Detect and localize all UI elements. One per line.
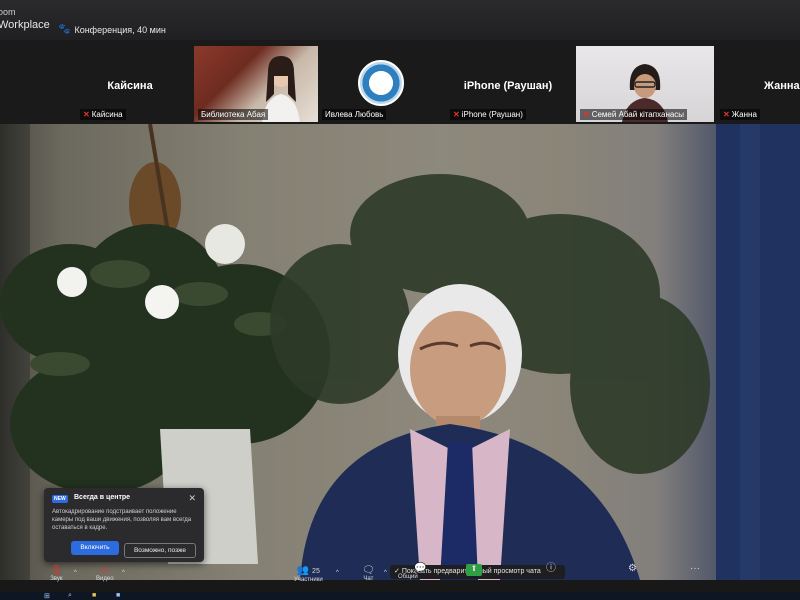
video-options-chevron-icon[interactable]: ^: [122, 570, 125, 576]
mic-muted-icon: ✕: [453, 110, 460, 119]
participant-name-large: iPhone (Раушан): [463, 80, 553, 92]
new-badge: NEW: [52, 495, 68, 503]
share-button[interactable]: Общий: [398, 574, 418, 580]
participants-strip: Кайсина ✕ Кайсина Библиотека Абая Ивлева…: [0, 40, 800, 124]
app-name-line2: Workplace: [0, 19, 50, 31]
maybe-later-button[interactable]: Возможно, позже: [124, 543, 196, 558]
participant-caption: ✕ Жанна: [720, 109, 760, 120]
chat-options-chevron-icon[interactable]: ^: [384, 570, 387, 576]
participant-caption: ✕ Семей Абай кітапханасы: [580, 109, 688, 120]
participant-caption-text: Кайсина: [91, 110, 123, 119]
enable-button[interactable]: Включить: [71, 541, 119, 555]
meeting-info[interactable]: 🐾 Конференция, 40 мин: [58, 24, 166, 35]
participant-caption: Ивлева Любовь: [322, 109, 387, 120]
app-name-line1: oom: [0, 7, 16, 17]
participants-count: 25: [312, 568, 320, 575]
chat-icon: 🗨: [362, 565, 375, 576]
more-icon[interactable]: ···: [690, 564, 700, 574]
participant-tile[interactable]: Ивлева Любовь: [318, 46, 442, 122]
participants-icon: 👥 25: [296, 565, 320, 576]
audio-options-chevron-icon[interactable]: ^: [74, 570, 77, 576]
participant-video-tile[interactable]: Библиотека Абая: [194, 46, 318, 122]
participant-caption-text: iPhone (Раушан): [461, 110, 523, 119]
participant-tile[interactable]: Кайсина ✕ Кайсина: [70, 46, 190, 122]
video-button[interactable]: ▭ Видео: [96, 565, 114, 583]
folder-icon[interactable]: ■: [92, 592, 96, 599]
close-icon[interactable]: ✕: [188, 493, 196, 504]
title-bar: oom Workplace 🐾 Конференция, 40 мин: [0, 0, 800, 40]
participant-tile[interactable]: iPhone (Раушан) ✕ iPhone (Раушан): [446, 46, 570, 122]
participant-caption-text: Библиотека Абая: [201, 110, 266, 119]
participant-name-large: Кайсина: [107, 80, 153, 92]
participant-caption: ✕ Кайсина: [80, 109, 126, 120]
mic-muted-icon: ✕: [723, 110, 730, 119]
participant-video-tile[interactable]: ✕ Семей Абай кітапханасы: [576, 46, 714, 122]
audio-button[interactable]: 🎙 Звук: [50, 565, 63, 583]
popup-title: Всегда в центре: [74, 494, 131, 501]
meeting-label: Конференция, 40 мин: [74, 24, 166, 35]
popup-body: Автокадрирование подстраивает положение …: [52, 509, 192, 531]
app-icon[interactable]: ■: [116, 592, 120, 599]
participant-name-large: Жанна: [764, 80, 800, 92]
mic-muted-icon: ✕: [83, 110, 90, 119]
windows-start-icon[interactable]: ⊞: [44, 592, 50, 600]
info-icon[interactable]: ⓘ: [546, 564, 556, 574]
video-label: Видео: [96, 576, 114, 582]
reactions-icon[interactable]: 💬: [414, 564, 426, 574]
settings-icon[interactable]: ⚙: [628, 564, 637, 574]
search-icon[interactable]: ⌕: [68, 592, 72, 600]
mic-muted-icon: ✕: [583, 110, 590, 119]
participant-tile[interactable]: Жанна ✕ Жанна: [716, 46, 800, 122]
participants-options-chevron-icon[interactable]: ^: [336, 570, 339, 576]
paw-icon: 🐾: [58, 24, 71, 35]
mic-muted-icon: 🎙: [50, 565, 63, 576]
audio-label: Звук: [50, 576, 63, 582]
video-off-icon: ▭: [100, 565, 110, 576]
participant-caption-text: Семей Абай кітапханасы: [591, 110, 685, 119]
share-label: Общий: [398, 574, 418, 580]
participant-caption: ✕ iPhone (Раушан): [450, 109, 526, 120]
chat-button[interactable]: 🗨 Чат: [362, 565, 375, 583]
participants-button[interactable]: 👥 25 Участники: [294, 565, 323, 584]
chat-label: Чат: [363, 576, 374, 582]
participant-caption-text: Жанна: [731, 110, 757, 119]
library-logo: [358, 60, 404, 106]
participants-label: Участники: [294, 577, 323, 583]
participant-caption-text: Ивлева Любовь: [325, 110, 384, 119]
share-screen-icon[interactable]: ⬆: [466, 564, 482, 576]
app-name: oom Workplace: [0, 7, 50, 31]
participant-caption: Библиотека Абая: [198, 109, 269, 120]
